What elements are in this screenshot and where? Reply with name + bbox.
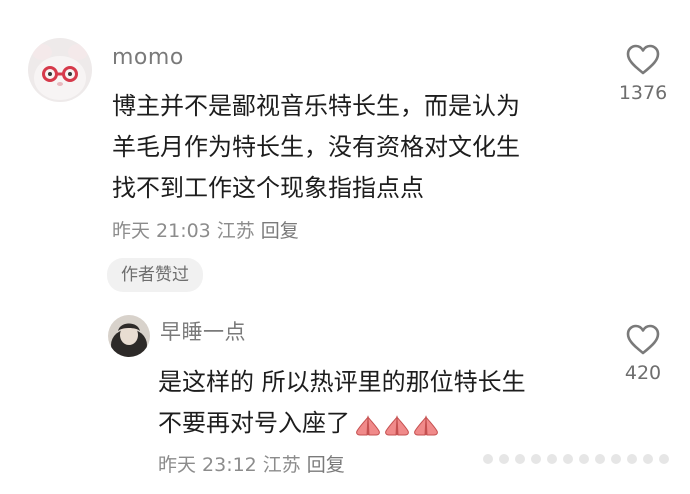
praying-hands-icon [356,414,380,435]
comment-line: 羊毛月作为特长生，没有资格对文化生 [112,133,520,161]
comment-like[interactable]: 1376 [608,44,678,103]
comment-line: 博主并不是鄙视音乐特长生，而是认为 [112,92,520,120]
like-count: 1376 [618,82,668,104]
reply-content: 是这样的 所以热评里的那位特长生 不要再对号入座了 [158,362,526,445]
heart-outline-icon[interactable] [626,44,660,76]
reply-like[interactable]: 420 [608,324,678,383]
reply-date: 昨天 [158,454,197,476]
comment-line: 找不到工作这个现象指指点点 [112,174,424,202]
reply-line-text: 不要再对号入座了 [158,409,350,437]
comment-date: 昨天 [112,220,151,242]
reply-meta: 昨天 23:12 江苏 回复 [158,456,351,475]
comment-username[interactable]: momo [112,47,184,69]
emoji-row [354,404,441,445]
reply-location: 江苏 [262,454,301,476]
comment-content: 博主并不是鄙视音乐特长生，而是认为 羊毛月作为特长生，没有资格对文化生 找不到工… [112,86,520,209]
reply-button[interactable]: 回复 [261,220,299,242]
reply-time: 23:12 [202,454,257,476]
like-count: 420 [624,362,662,384]
comment-time: 21:03 [156,220,211,242]
avatar[interactable] [28,38,92,102]
avatar[interactable] [108,315,150,357]
reply-button[interactable]: 回复 [307,454,345,476]
reply-line: 是这样的 所以热评里的那位特长生 [158,368,526,396]
reply-line: 不要再对号入座了 [158,403,526,445]
praying-hands-icon [385,414,409,435]
comment-location: 江苏 [216,220,255,242]
comment-meta: 昨天 21:03 江苏 回复 [112,222,305,241]
watermark [480,451,680,472]
author-liked-badge: 作者赞过 [107,258,203,292]
heart-outline-icon[interactable] [626,324,660,356]
praying-hands-icon [414,414,438,435]
reply-username[interactable]: 早睡一点 [160,322,246,343]
